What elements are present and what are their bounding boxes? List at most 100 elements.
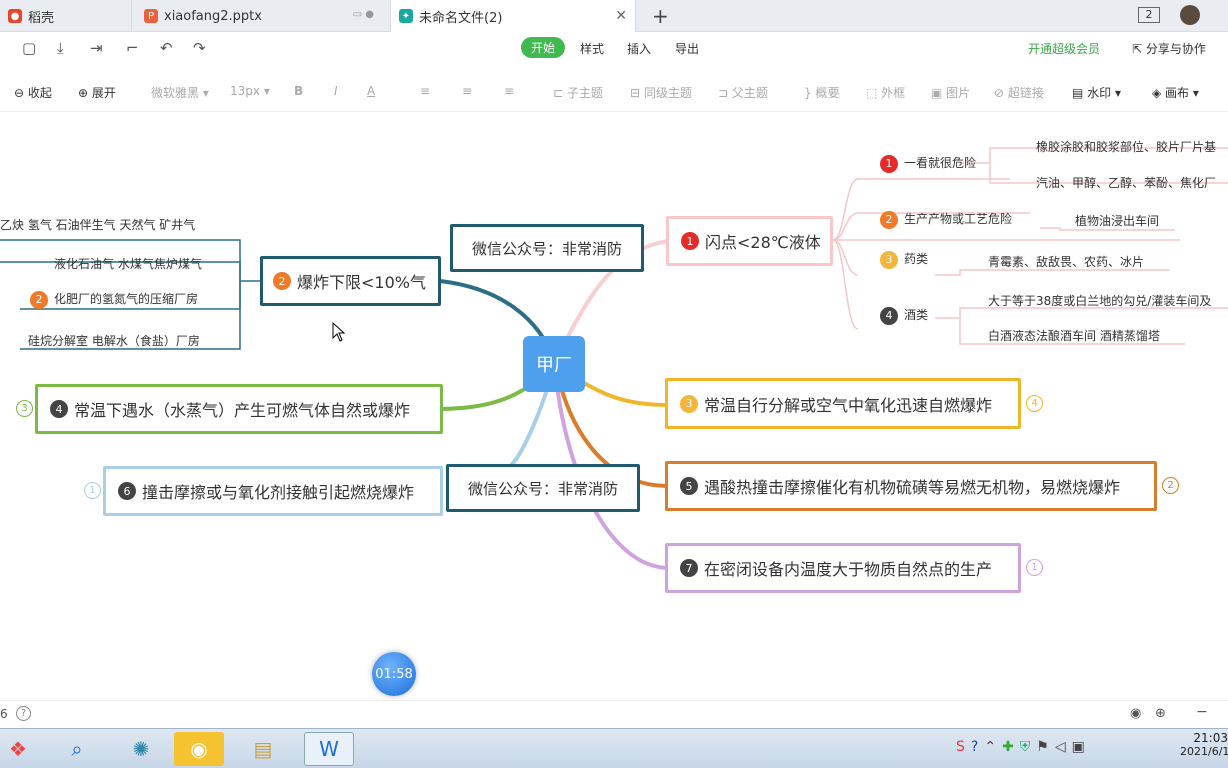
image-icon: ▣ — [931, 86, 947, 100]
mindmap-icon: ✦ — [399, 9, 413, 23]
branch-7-count[interactable]: 1 — [1026, 559, 1043, 576]
sibling-topic-button[interactable]: ⊟ 同级主题 — [630, 84, 692, 101]
help-tray-icon: ? — [970, 739, 985, 755]
watermark-button[interactable]: ▤ 水印 ▾ — [1072, 84, 1121, 101]
branch-4-node[interactable]: 4 常温下遇水（水蒸气）产生可燃气体自然或爆炸 — [35, 384, 443, 434]
status-bar: 6 ? ◉ ⊕ − — [0, 700, 1228, 728]
align-center-icon[interactable]: ≡ — [462, 84, 472, 98]
tray-icons[interactable]: S?⌃✚⛨⚑◁▣ — [956, 739, 1091, 755]
b2-sub-2[interactable]: 液化石油气 水煤气焦炉煤气 — [54, 255, 202, 272]
download-icon[interactable]: ⤓ — [57, 39, 64, 57]
b1-leaf-3[interactable]: 植物油浸出车间 — [1075, 212, 1159, 229]
tab-mindmap[interactable]: ✦ 未命名文件(2) ✕ — [390, 0, 636, 32]
b2-sub-1[interactable]: 乙炔 氢气 石油伴生气 天然气 矿井气 — [0, 216, 195, 233]
b2-sub-3[interactable]: 2 化肥厂的氢氮气的压缩厂房 — [30, 290, 198, 309]
collapse-button[interactable]: ⊖ 收起 — [14, 84, 52, 101]
b1-leaf-4[interactable]: 青霉素、敌敌畏、农药、冰片 — [988, 253, 1144, 270]
plus-tray-icon: ✚ — [1002, 739, 1020, 755]
font-color-button[interactable]: A — [367, 84, 375, 98]
align-right-icon[interactable]: ≡ — [504, 84, 514, 98]
clock[interactable]: 21:03 2021/6/1 — [1180, 731, 1228, 758]
wechat-node-bottom[interactable]: 微信公众号：非常消防 — [446, 464, 640, 512]
paint-bucket-icon: ◈ — [1152, 86, 1166, 100]
minus-circle-icon: ⊖ — [14, 86, 28, 100]
bold-button[interactable]: B — [294, 84, 303, 98]
child-topic-icon: ⊏ — [553, 86, 567, 100]
format-painter-icon[interactable]: ⌐ — [126, 39, 139, 57]
eye-icon[interactable]: ◉ — [1130, 706, 1141, 721]
plus-circle-icon: ⊕ — [78, 86, 92, 100]
branch-5-count[interactable]: 2 — [1162, 477, 1179, 494]
redo-icon[interactable]: ↷ — [193, 39, 206, 57]
menu-style[interactable]: 样式 — [580, 40, 604, 57]
menu-insert[interactable]: 插入 — [627, 40, 651, 57]
b1-leaf-6[interactable]: 白酒液态法酿酒车间 酒精蒸馏塔 — [988, 327, 1160, 344]
locate-icon[interactable]: ⊕ — [1155, 706, 1166, 721]
menu-start[interactable]: 开始 — [521, 37, 566, 58]
branch-3-count[interactable]: 4 — [1026, 395, 1043, 412]
branch-1-node[interactable]: 1 闪点<28℃液体 — [666, 216, 833, 266]
branch-7-node[interactable]: 7 在密闭设备内温度大于物质自然点的生产 — [665, 543, 1021, 593]
size-select[interactable]: 13px ▾ — [230, 84, 270, 98]
wechat-node-top[interactable]: 微信公众号：非常消防 — [450, 224, 644, 272]
frame-button[interactable]: ⬚ 外框 — [866, 84, 905, 101]
brace-icon: } — [804, 86, 816, 100]
share-icon: ⇱ — [1132, 42, 1146, 56]
tab-daoke[interactable]: ● 稻壳 — [0, 0, 132, 32]
b1-sub-3[interactable]: 3 药类 — [880, 250, 928, 269]
tab-pptx[interactable]: P xiaofang2.pptx ▭ ● — [136, 0, 386, 32]
app-icon[interactable]: ✺ — [116, 732, 166, 766]
branch-5-node[interactable]: 5 遇酸热撞击摩擦催化有机物硫磺等易燃无机物，易燃烧爆炸 — [665, 461, 1157, 511]
new-tab-button[interactable]: + — [652, 4, 669, 28]
branch-4-count[interactable]: 3 — [16, 400, 33, 417]
close-icon[interactable]: ✕ — [615, 8, 627, 24]
undo-icon[interactable]: ↶ — [160, 39, 173, 57]
link-icon: ⊘ — [994, 86, 1008, 100]
b1-sub-2[interactable]: 2 生产产物或工艺危险 — [880, 210, 1012, 229]
help-icon[interactable]: ? — [16, 706, 31, 721]
root-node[interactable]: 甲厂 — [523, 336, 585, 392]
expand-button[interactable]: ⊕ 展开 — [78, 84, 116, 101]
search-icon[interactable]: ⌕ — [52, 732, 102, 766]
share-button[interactable]: ⇱ 分享与协作 — [1132, 40, 1206, 57]
folder-icon[interactable]: ▤ — [238, 732, 288, 766]
b1-leaf-5[interactable]: 大于等于38度或白兰地的勾兑/灌装车间及 — [988, 292, 1211, 309]
font-select[interactable]: 微软雅黑 ▾ — [151, 84, 209, 101]
window-count-badge[interactable]: 2 — [1138, 7, 1160, 23]
arrow-up-icon: ⌃ — [984, 739, 1003, 755]
export-file-icon[interactable]: ⇥ — [90, 39, 103, 57]
b1-leaf-2[interactable]: 汽油、甲醇、乙醇、苯酚、焦化厂 — [1036, 174, 1216, 191]
branch-3-node[interactable]: 3 常温自行分解或空气中氧化迅速自燃爆炸 — [665, 378, 1021, 429]
wps-icon[interactable]: W — [304, 732, 354, 766]
mindmap-canvas[interactable]: 甲厂 微信公众号：非常消防 微信公众号：非常消防 1 闪点<28℃液体 2 爆炸下限… — [0, 118, 1228, 698]
image-button[interactable]: ▣ 图片 — [931, 84, 970, 101]
save-icon[interactable]: ▢ — [22, 39, 36, 57]
frame-icon: ⬚ — [866, 86, 882, 100]
page-number: 6 — [0, 707, 8, 721]
branch-6-node[interactable]: 6 撞击摩擦或与氧化剂接触引起燃烧爆炸 — [103, 466, 443, 516]
italic-button[interactable]: I — [334, 84, 338, 98]
branch-2-node[interactable]: 2 爆炸下限<10%气 — [260, 256, 441, 306]
b2-sub-4[interactable]: 硅烷分解室 电解水（食盐）厂房 — [28, 332, 200, 349]
start-icon[interactable]: ❖ — [0, 732, 36, 766]
vip-link[interactable]: 开通超级会员 — [1028, 40, 1100, 57]
avatar[interactable] — [1180, 5, 1200, 25]
link-button[interactable]: ⊘ 超链接 — [994, 84, 1044, 101]
volume-icon: ◁ — [1054, 739, 1072, 755]
zoom-out-icon[interactable]: − — [1196, 704, 1208, 720]
b1-sub-4[interactable]: 4 酒类 — [880, 306, 928, 325]
wechat-icon[interactable]: ◉ — [174, 732, 224, 766]
canvas-button[interactable]: ◈ 画布 ▾ — [1152, 84, 1199, 101]
b1-leaf-1[interactable]: 橡胶涂胶和胶浆部位、胶片厂片基 — [1036, 138, 1216, 155]
b1-sub-1[interactable]: 1 一看就很危险 — [880, 154, 976, 173]
branch-6-count[interactable]: 1 — [84, 482, 101, 499]
mouse-cursor-icon — [332, 322, 346, 342]
clock-date: 2021/6/1 — [1180, 745, 1228, 758]
menu-export[interactable]: 导出 — [675, 40, 699, 57]
child-topic-button[interactable]: ⊏ 子主题 — [553, 84, 603, 101]
timer-badge[interactable]: 01:58 — [372, 652, 416, 696]
summary-button[interactable]: } 概要 — [804, 84, 839, 101]
flag-icon: ⚑ — [1036, 739, 1055, 755]
align-left-icon[interactable]: ≡ — [420, 84, 430, 98]
parent-topic-button[interactable]: ⊐ 父主题 — [718, 84, 768, 101]
